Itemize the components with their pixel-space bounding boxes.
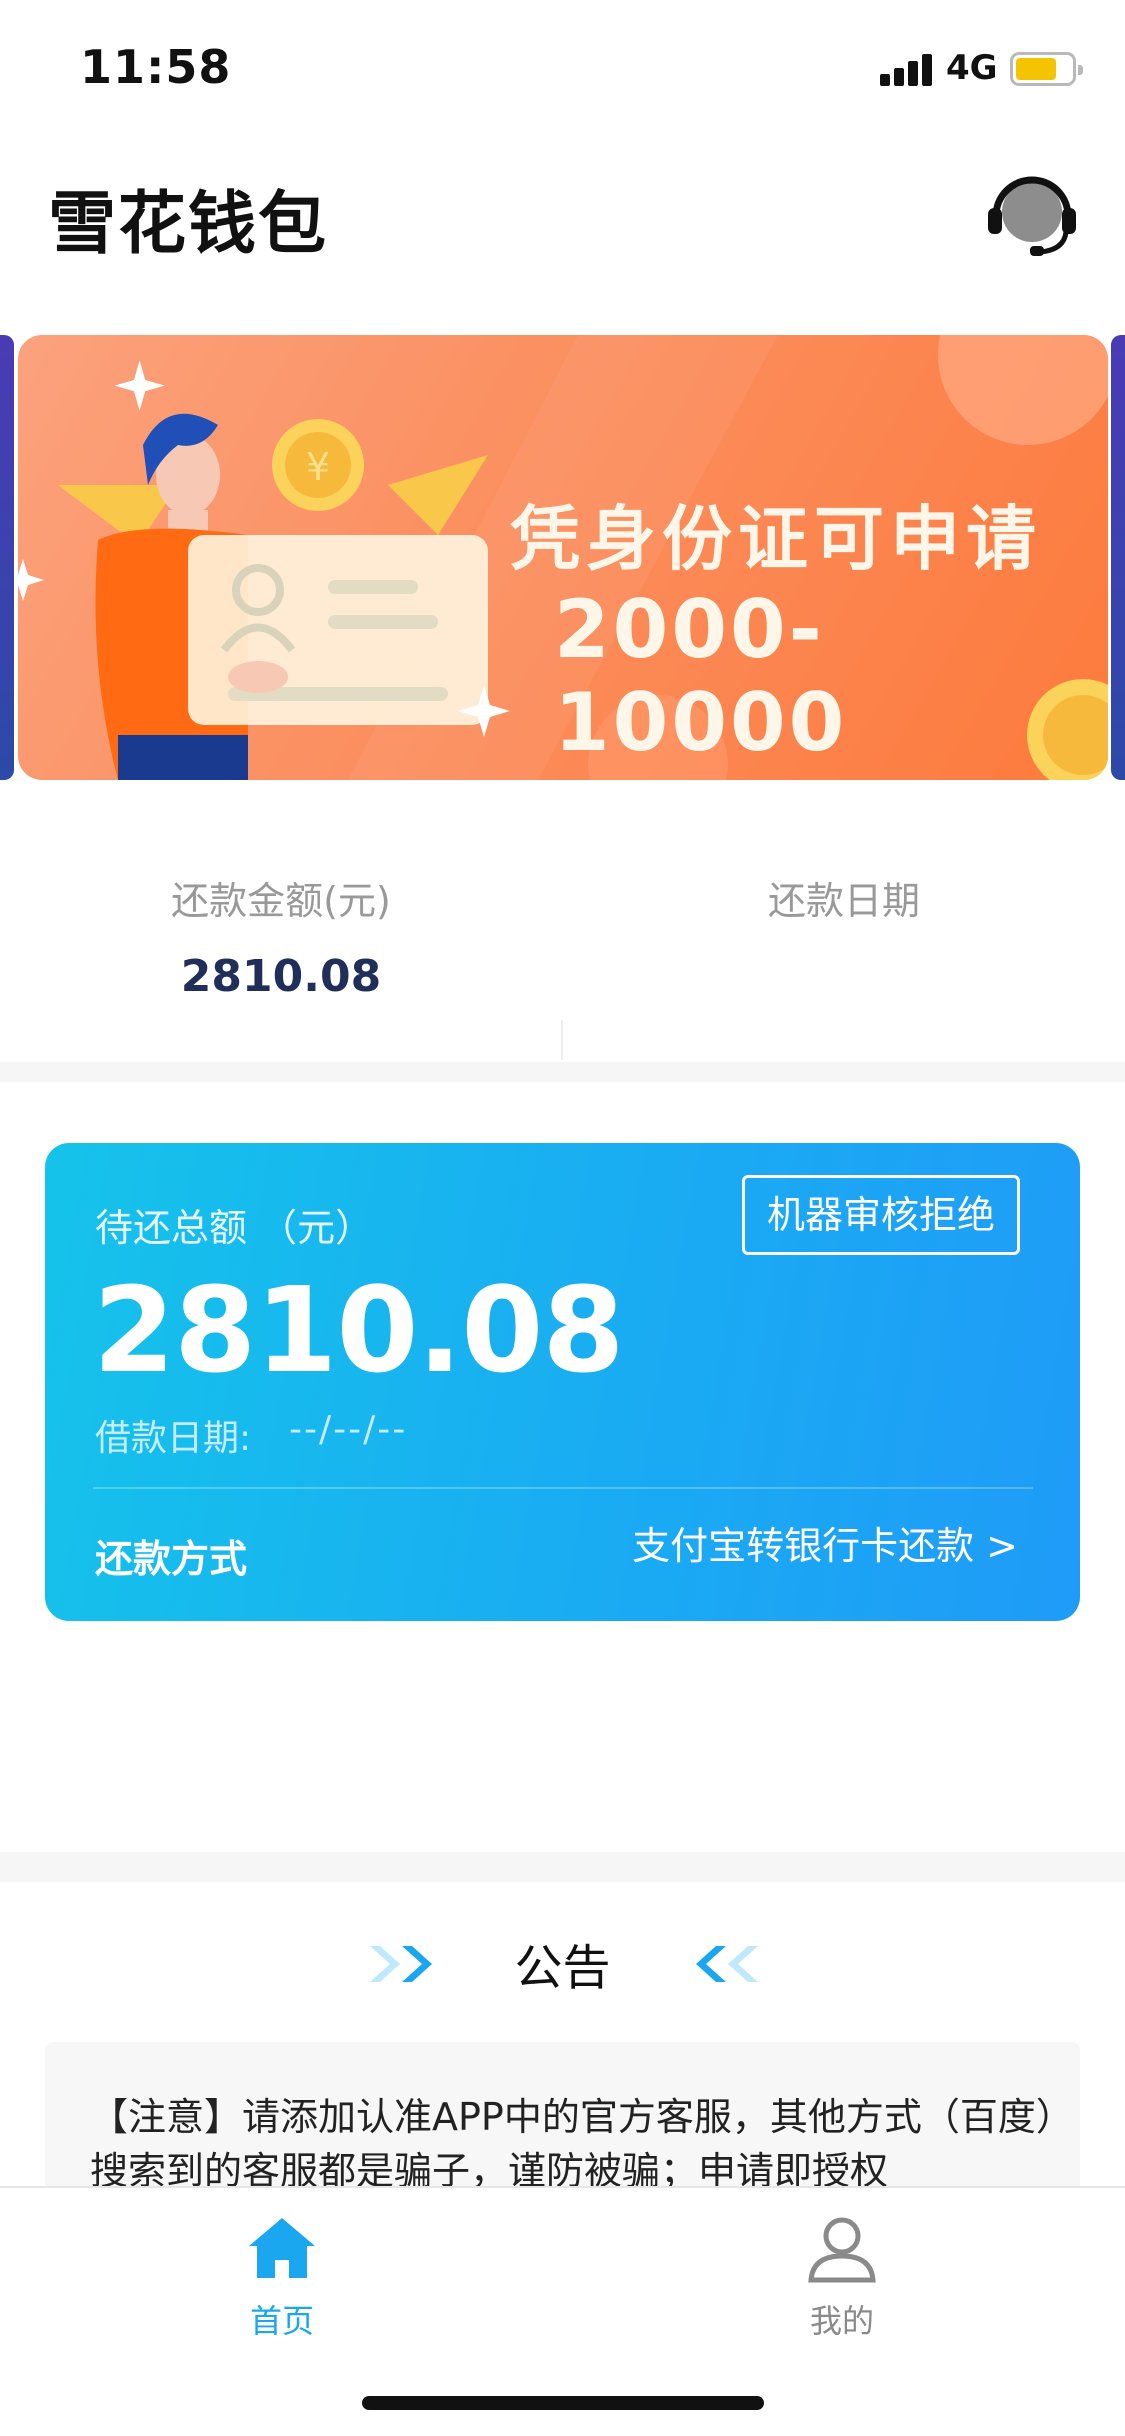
repayment-amount-label: 还款金额(元) — [171, 879, 391, 923]
card-divider — [93, 1487, 1033, 1489]
user-icon — [808, 2217, 876, 2283]
review-status-badge: 机器审核拒绝 — [741, 1175, 1020, 1255]
loan-date-label: 借款日期: — [95, 1418, 252, 1459]
double-chevron-left-icon — [696, 1946, 758, 1982]
tab-mine[interactable]: 我的 — [742, 2212, 942, 2342]
carousel-prev-slide — [0, 335, 14, 780]
tab-mine-label: 我的 — [809, 2302, 874, 2340]
loan-date-value: --/--/-- — [289, 1409, 408, 1450]
tab-home-label: 首页 — [249, 2302, 314, 2340]
notice-box: 【注意】请添加认准APP中的官方客服，其他方式（百度）搜索到的客服都是骗子，谨防… — [45, 2042, 1080, 2192]
section-divider — [0, 1852, 1125, 1882]
status-bar: 11:58 4G — [0, 0, 1125, 130]
status-time: 11:58 — [80, 40, 232, 94]
svg-text:¥: ¥ — [306, 445, 330, 489]
repayment-method-link[interactable]: 支付宝转银行卡还款 > — [632, 1515, 1018, 1570]
section-divider — [0, 1062, 1125, 1082]
repayment-summary: 还款金额(元) 2810.08 还款日期 — [0, 820, 1125, 1060]
banner-headline: 凭身份证可申请 — [510, 498, 1042, 580]
home-icon — [249, 2218, 315, 2278]
signal-icon — [880, 52, 934, 86]
promo-carousel[interactable]: ¥ 凭身份证可申请 2000-10000 — [0, 335, 1125, 780]
repayment-method-label: 还款方式 — [95, 1537, 248, 1581]
network-label: 4G — [946, 48, 998, 88]
pending-total-label: 待还总额 （元） — [95, 1206, 374, 1250]
repayment-amount-block: 还款金额(元) 2810.08 — [0, 870, 562, 1002]
customer-service-icon[interactable] — [986, 172, 1078, 258]
repayment-date-block: 还款日期 — [563, 870, 1125, 951]
promo-banner[interactable]: ¥ 凭身份证可申请 2000-10000 — [18, 335, 1108, 780]
home-indicator — [362, 2396, 764, 2410]
page-title: 雪花钱包 — [48, 185, 329, 264]
repayment-date-label: 还款日期 — [767, 879, 920, 923]
pending-total-amount: 2810.08 — [93, 1261, 624, 1399]
tab-home[interactable]: 首页 — [182, 2212, 382, 2342]
notice-text: 【注意】请添加认准APP中的官方客服，其他方式（百度）搜索到的客服都是骗子，谨防… — [90, 2095, 1055, 2192]
carousel-next-slide — [1111, 335, 1125, 780]
pending-repayment-card: 待还总额 （元） 机器审核拒绝 2810.08 借款日期: --/--/-- 还… — [45, 1143, 1080, 1621]
banner-amount-range: 2000-10000 — [554, 583, 848, 769]
repayment-amount-value: 2810.08 — [180, 951, 382, 1002]
notice-title: 公告 — [514, 1940, 611, 1996]
summary-divider — [561, 1020, 563, 1060]
notice-header: 公告 — [0, 1922, 1125, 2002]
battery-icon — [1010, 52, 1083, 86]
